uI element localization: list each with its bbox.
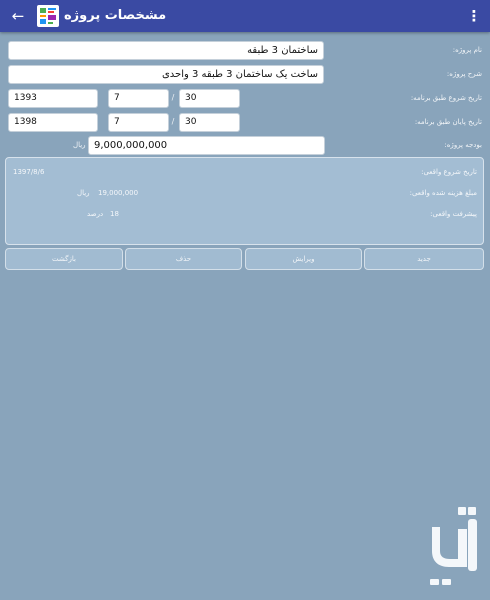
app-bar: ← مشخصات پروژه ⋮	[0, 0, 490, 32]
planned-start-label: تاریخ شروع طبق برنامه:	[410, 94, 482, 102]
actual-start-value: 1397/8/6	[13, 168, 45, 176]
new-button[interactable]: جدید	[364, 248, 484, 270]
end-year-input[interactable]: 1398	[8, 113, 98, 132]
budget-unit: ریال	[73, 141, 86, 149]
progress-value: 18	[110, 210, 119, 218]
date-separator: /	[171, 117, 175, 126]
project-description-label: شرح پروژه:	[446, 70, 482, 78]
planned-end-label: تاریخ پایان طبق برنامه:	[414, 118, 482, 126]
overflow-menu-icon[interactable]: ⋮	[466, 6, 482, 26]
actual-summary-panel: 1397/8/6 تاریخ شروع واقعی: ریال 19,000,0…	[5, 157, 484, 245]
actual-cost-label: مبلغ هزینه شده واقعی:	[409, 189, 477, 197]
date-separator: /	[171, 93, 175, 102]
start-day-input[interactable]: 30	[179, 89, 240, 108]
start-month-input[interactable]: 7	[108, 89, 169, 108]
back-arrow-icon[interactable]: ←	[8, 6, 28, 26]
edit-button[interactable]: ویرایش	[245, 248, 362, 270]
progress-unit: درصد	[87, 210, 104, 218]
budget-input[interactable]: 9,000,000,000	[88, 136, 325, 155]
end-day-input[interactable]: 30	[179, 113, 240, 132]
actual-start-label: تاریخ شروع واقعی:	[421, 168, 477, 176]
delete-button[interactable]: حذف	[125, 248, 242, 270]
budget-label: بودجه پروژه:	[444, 141, 482, 149]
project-name-input[interactable]: ساختمان 3 طبقه	[8, 41, 324, 60]
actual-cost-value: 19,000,000	[98, 189, 139, 197]
actual-cost-unit: ریال	[77, 189, 90, 197]
progress-label: پیشرفت واقعی:	[430, 210, 477, 218]
project-description-input[interactable]: ساخت یک ساختمان 3 طبقه 3 واحدی	[8, 65, 324, 84]
start-year-input[interactable]: 1393	[8, 89, 98, 108]
app-logo-icon	[37, 5, 59, 27]
back-button[interactable]: بازگشت	[5, 248, 123, 270]
end-month-input[interactable]: 7	[108, 113, 169, 132]
project-name-label: نام پروژه:	[452, 46, 482, 54]
watermark-logo-icon	[428, 505, 480, 593]
page-title: مشخصات پروژه	[64, 8, 167, 23]
